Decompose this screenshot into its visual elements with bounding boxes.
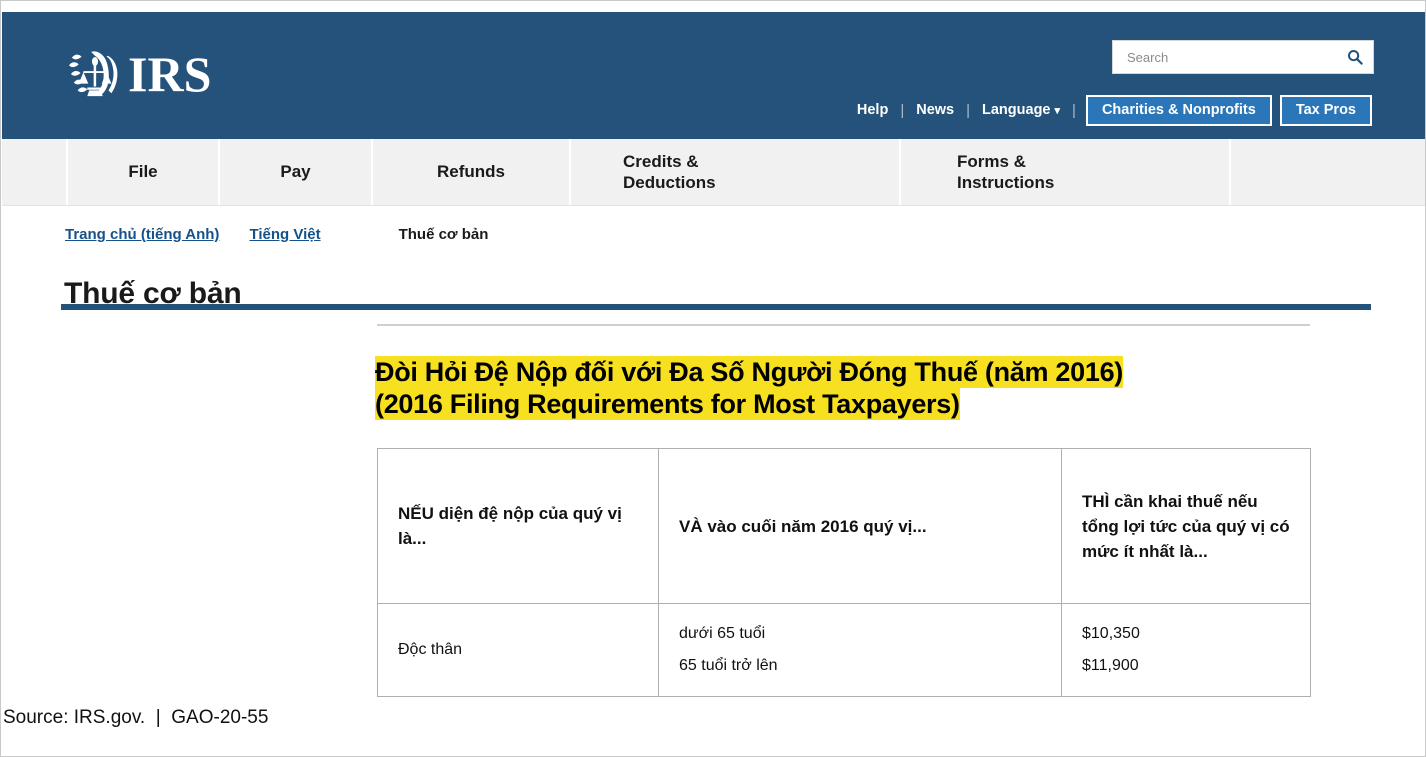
breadcrumb-language-link[interactable]: Tiếng Việt [249,226,320,243]
irs-logo[interactable]: IRS [66,48,211,100]
site-header: IRS Help | News | Language ▾ | Charities… [2,12,1425,139]
nav-item-pay[interactable]: Pay [220,139,373,205]
nav-item-file[interactable]: File [68,139,220,205]
table-header-gross-income: THÌ cần khai thuế nếu tổng lợi tức của q… [1061,448,1311,604]
irs-eagle-seal-icon [69,51,118,97]
help-link[interactable]: Help [847,102,898,118]
search-box[interactable] [1112,40,1374,74]
chevron-down-icon: ▾ [1054,104,1061,117]
nav-spacer-left [2,139,68,205]
cell-age: dưới 65 tuổi 65 tuổi trở lên [658,603,1062,697]
nav-item-forms-instructions[interactable]: Forms & Instructions [901,139,1231,205]
nav-item-refunds[interactable]: Refunds [373,139,571,205]
title-underline-rule [61,304,1371,310]
cell-age-line1: dưới 65 tuổi [679,625,766,642]
cell-amount-line2: $11,900 [1082,657,1139,674]
section-heading: Đòi Hỏi Đệ Nộp đối với Đa Số Người Đóng … [375,356,1325,420]
breadcrumb: Trang chủ (tiếng Anh) Tiếng Việt Thuế cơ… [65,226,488,243]
cell-amount-line1: $10,350 [1082,625,1140,642]
news-link[interactable]: News [906,102,964,118]
filing-requirements-table: NẾU diện đệ nộp của quý vị là... VÀ vào … [377,448,1311,697]
language-link[interactable]: Language ▾ [972,102,1070,118]
table-row: Độc thân dưới 65 tuổi 65 tuổi trở lên $1… [377,603,1311,697]
table-header-age: VÀ vào cuối năm 2016 quý vị... [658,448,1062,604]
nav-separator: | [966,101,971,119]
breadcrumb-home-link[interactable]: Trang chủ (tiếng Anh) [65,226,219,243]
source-note: Source: IRS.gov. | GAO-20-55 [3,707,269,728]
cell-amount: $10,350 $11,900 [1061,603,1311,697]
section-heading-line1: Đòi Hỏi Đệ Nộp đối với Đa Số Người Đóng … [375,356,1123,388]
nav-item-credits-deductions[interactable]: Credits & Deductions [571,139,901,205]
search-input[interactable] [1127,49,1347,65]
nav-separator: | [1072,101,1076,119]
table-header-filing-status: NẾU diện đệ nộp của quý vị là... [377,448,659,604]
tax-pros-button[interactable]: Tax Pros [1279,94,1372,126]
cell-filing-status: Độc thân [377,603,659,697]
section-heading-line2: (2016 Filing Requirements for Most Taxpa… [375,388,960,420]
nav-spacer-right [1231,139,1425,205]
irs-wordmark: IRS [128,46,212,102]
breadcrumb-current: Thuế cơ bản [398,226,489,243]
table-header-row: NẾU diện đệ nộp của quý vị là... VÀ vào … [377,448,1311,604]
charities-nonprofits-button[interactable]: Charities & Nonprofits [1085,94,1272,126]
content-divider [377,324,1310,326]
page-frame: IRS Help | News | Language ▾ | Charities… [0,0,1426,757]
language-label: Language [982,102,1051,118]
cell-age-line2: 65 tuổi trở lên [679,657,778,674]
nav-separator: | [900,101,905,119]
main-nav: File Pay Refunds Credits & Deductions Fo… [2,139,1425,206]
utility-nav: Help | News | Language ▾ | Charities & N… [847,94,1372,126]
search-icon[interactable] [1347,49,1363,65]
